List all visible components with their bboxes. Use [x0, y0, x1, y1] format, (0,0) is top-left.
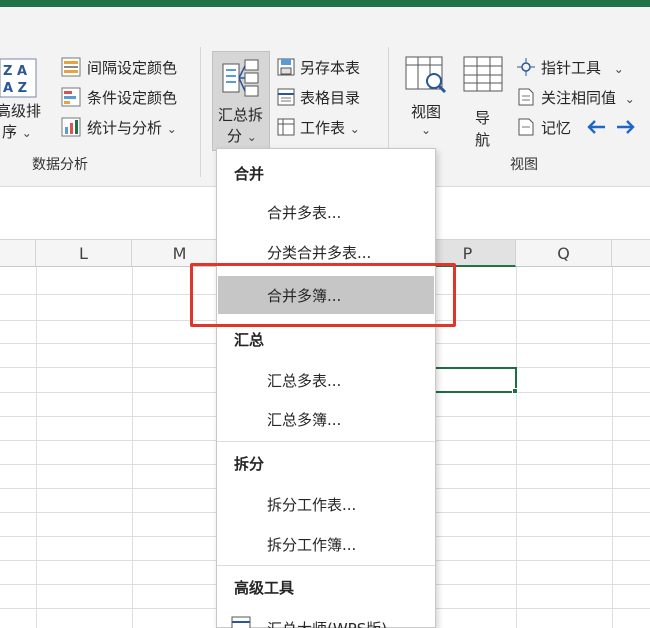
stats-analysis-button[interactable]: 统计与分析 ⌄	[87, 117, 177, 138]
condition-color-icon	[61, 87, 81, 111]
column-header-R[interactable]	[612, 240, 650, 267]
menu-item-label: 合并多表...	[267, 204, 342, 222]
title-bar-strip	[0, 0, 650, 7]
menu-item-label: 分类合并多表...	[267, 244, 372, 262]
summary-split-dropdown-menu: 合并 合并多表... 分类合并多表... 合并多簿... 汇总 汇总多表... …	[216, 148, 436, 628]
sort-az-icon[interactable]: Z A A Z	[0, 57, 38, 99]
column-line	[516, 267, 517, 628]
interval-color-icon	[61, 57, 81, 81]
chevron-down-icon: ⌄	[166, 122, 177, 136]
save-as-button[interactable]: 另存本表	[300, 57, 360, 78]
svg-text:Z A: Z A	[3, 64, 27, 79]
menu-item-summary-sheets[interactable]: 汇总多表...	[218, 361, 434, 399]
nav-label-2[interactable]: 航	[475, 129, 490, 150]
stats-analysis-icon	[61, 117, 81, 141]
menu-item-label: 汇总大师(WPS版)	[267, 618, 387, 628]
nav-label-1[interactable]: 导	[475, 107, 490, 128]
memo-button[interactable]: 记忆	[541, 117, 571, 138]
menu-header-advanced: 高级工具	[234, 579, 295, 597]
chevron-down-icon: ⌄	[624, 92, 635, 106]
column-header-Q[interactable]: Q	[516, 240, 612, 267]
menu-item-label: 汇总多表...	[267, 372, 342, 390]
column-header-blank[interactable]	[0, 240, 36, 267]
worksheet-button[interactable]: 工作表 ⌄	[300, 117, 360, 138]
nav-pane-icon[interactable]	[462, 55, 504, 99]
summary-split-button[interactable]: 汇总拆 分 ⌄	[212, 51, 270, 151]
chevron-down-icon: ⌄	[421, 123, 432, 137]
menu-item-summary-books[interactable]: 汇总多簿...	[218, 400, 434, 438]
group-label-view: 视图	[510, 157, 538, 173]
pointer-tool-icon	[516, 57, 536, 81]
annotation-highlight-box	[190, 263, 456, 327]
column-line	[132, 267, 133, 628]
column-line	[612, 267, 613, 628]
table-toc-icon	[276, 87, 296, 111]
view-button-label[interactable]: 视图	[411, 101, 441, 122]
column-line	[36, 267, 37, 628]
summary-split-label-2: 分 ⌄	[227, 127, 257, 145]
menu-header-merge: 合并	[234, 165, 265, 183]
fill-handle[interactable]	[512, 388, 518, 394]
arrow-left-icon[interactable]	[586, 117, 608, 141]
menu-item-label: 拆分工作簿...	[267, 536, 357, 554]
menu-item-merge-sheets[interactable]: 合并多表...	[218, 193, 434, 231]
menu-header-split: 拆分	[234, 455, 265, 473]
menu-header-summary: 汇总	[234, 331, 265, 349]
advanced-sort-label-1[interactable]: 高级排	[0, 100, 41, 121]
summary-split-label-1: 汇总拆	[218, 106, 264, 124]
chevron-down-icon: ⌄	[246, 130, 257, 144]
focus-same-icon	[516, 87, 536, 111]
memo-icon	[516, 117, 536, 141]
table-toc-button[interactable]: 表格目录	[300, 87, 360, 108]
save-as-icon	[276, 57, 296, 81]
focus-same-button[interactable]: 关注相同值 ⌄	[541, 87, 635, 108]
menu-divider	[217, 565, 435, 566]
menu-divider	[217, 441, 435, 442]
group-label-data-analysis: 数据分析	[32, 157, 88, 173]
condition-color-button[interactable]: 条件设定颜色	[87, 87, 177, 108]
advanced-sort-label-2[interactable]: 序 ⌄	[2, 121, 32, 142]
svg-text:A Z: A Z	[3, 81, 27, 96]
menu-item-summary-master[interactable]: 汇总大师(WPS版)	[218, 609, 434, 628]
menu-item-label: 拆分工作表...	[267, 496, 357, 514]
worksheet-icon	[276, 117, 296, 141]
view-icon[interactable]	[404, 55, 448, 99]
arrow-right-icon[interactable]	[614, 117, 636, 141]
summary-split-icon	[221, 58, 261, 102]
interval-color-button[interactable]: 间隔设定颜色	[87, 57, 177, 78]
chevron-down-icon: ⌄	[349, 122, 360, 136]
menu-item-label: 汇总多簿...	[267, 411, 342, 429]
menu-item-split-book[interactable]: 拆分工作簿...	[218, 525, 434, 563]
chevron-down-icon: ⌄	[613, 62, 624, 76]
group-separator	[200, 47, 201, 177]
chevron-down-icon: ⌄	[21, 126, 32, 140]
column-header-L[interactable]: L	[36, 240, 132, 267]
menu-item-split-sheet[interactable]: 拆分工作表...	[218, 485, 434, 523]
pointer-tool-button[interactable]: 指针工具 ⌄	[541, 57, 624, 78]
